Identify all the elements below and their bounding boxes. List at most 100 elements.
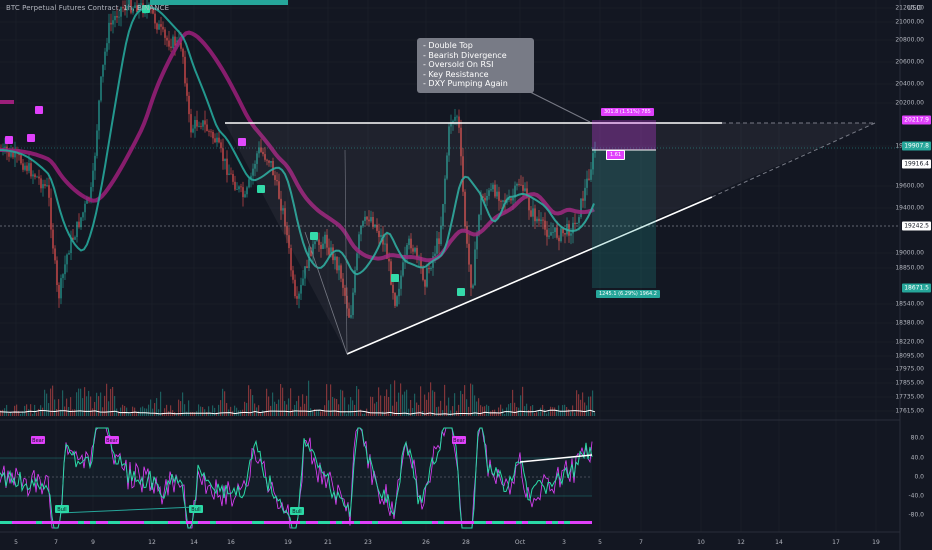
target-label[interactable]: 301.8 (1.51%) 785: [601, 108, 654, 116]
volume-bar: [58, 399, 60, 416]
oscillator-state-segment: [318, 521, 324, 524]
volume-bar: [504, 413, 506, 416]
volume-bar: [124, 405, 126, 416]
price-tick-label: 21000.00: [895, 18, 924, 26]
volume-bar: [568, 409, 570, 416]
volume-bar: [186, 411, 188, 416]
candle-body: [158, 24, 160, 30]
date-tick-label: 23: [364, 539, 372, 546]
volume-bar: [392, 405, 394, 416]
volume-bar: [284, 401, 286, 416]
price-tick-label: 17855.00: [895, 379, 924, 387]
volume-bar: [244, 401, 246, 416]
date-tick-label: 17: [832, 539, 840, 546]
candle-body: [290, 248, 292, 271]
volume-bar: [0, 410, 2, 416]
oscillator-state-segment: [474, 521, 480, 524]
candle-body: [182, 48, 184, 57]
candle-body: [294, 279, 296, 297]
candle-body: [200, 126, 202, 127]
oscillator-state-segment: [498, 521, 504, 524]
volume-bar: [54, 399, 56, 416]
oscillator-state-segment: [258, 521, 264, 524]
annotation-line: - Oversold On RSI: [423, 60, 494, 69]
candle-body: [114, 15, 116, 21]
candle-body: [172, 36, 174, 49]
volume-bar: [406, 389, 408, 416]
candle-body: [104, 51, 106, 65]
volume-bar: [332, 396, 334, 416]
volume-bar: [260, 413, 262, 416]
price-tag: 19916.4: [902, 159, 931, 169]
price-tick-label: 17735.00: [895, 393, 924, 401]
volume-bar: [274, 401, 276, 416]
candle-body: [246, 187, 248, 195]
volume-bar: [358, 389, 360, 416]
price-tick-label: 20600.00: [895, 58, 924, 66]
volume-bar: [360, 409, 362, 416]
date-tick-label: 5: [14, 539, 18, 546]
candle-body: [196, 119, 198, 127]
volume-bar: [126, 407, 128, 416]
price-tag: 19242.5: [902, 221, 931, 231]
candle-body: [224, 158, 226, 162]
volume-bar: [202, 407, 204, 416]
candle-body: [204, 120, 206, 125]
oscillator-state-segment: [144, 521, 150, 524]
candle-body: [170, 46, 172, 49]
candle-body: [218, 137, 220, 143]
price-tick-label: 17615.00: [895, 407, 924, 415]
volume-bar: [28, 409, 30, 416]
candle-body: [164, 29, 166, 38]
date-tick-label: 10: [697, 539, 705, 546]
candle-body: [452, 120, 454, 123]
oscillator-state-segment: [402, 521, 408, 524]
volume-bar: [544, 409, 546, 416]
volume-bar: [554, 407, 556, 416]
volume-bar: [120, 407, 122, 416]
volume-bar: [450, 410, 452, 416]
volume-bar: [408, 408, 410, 416]
oscillator-state-segment: [6, 521, 12, 524]
date-tick-label: 28: [462, 539, 470, 546]
volume-bar: [434, 391, 436, 416]
candle-body: [100, 76, 102, 101]
price-tag: 20217.9: [902, 115, 931, 125]
oscillator-signal-text: Bull: [292, 509, 301, 515]
volume-bar: [142, 406, 144, 416]
oscillator-state-segment: [414, 521, 420, 524]
oscillator-signal-text: Bull: [191, 507, 200, 513]
candle-body: [26, 165, 28, 171]
date-tick-label: 5: [598, 539, 602, 546]
entry-label[interactable]: 1.61: [606, 150, 626, 160]
candle-body: [92, 170, 94, 188]
candle-body: [210, 131, 212, 133]
long-position-tool: [592, 120, 656, 288]
annotation-callout[interactable]: - Double Top - Bearish Divergence - Over…: [417, 38, 534, 93]
volume-bar: [46, 393, 48, 416]
volume-bar: [214, 407, 216, 416]
oscillator-state-segment: [114, 521, 120, 524]
volume-bar: [468, 406, 470, 416]
volume-bar: [42, 407, 44, 416]
volume-bar: [276, 403, 278, 416]
stop-label[interactable]: 1245.1 (6.29%) 1964.2: [596, 290, 660, 298]
volume-bar: [520, 395, 522, 416]
candle-body: [226, 158, 228, 175]
date-tick-label: 9: [91, 539, 95, 546]
volume-bar: [444, 384, 446, 416]
candle-body: [190, 114, 192, 133]
volume-bar: [306, 395, 308, 416]
price-tag: 19907.8: [902, 141, 931, 151]
volume-bar: [152, 408, 154, 416]
candle-body: [58, 285, 60, 299]
volume-bar: [454, 393, 456, 416]
candle-body: [54, 248, 56, 261]
volume-bar: [552, 407, 554, 416]
volume-bar: [262, 410, 264, 416]
candle-body: [80, 217, 82, 228]
candle-body: [454, 116, 456, 121]
volume-bar: [376, 401, 378, 416]
volume-bar: [146, 408, 148, 416]
volume-bar: [184, 404, 186, 416]
